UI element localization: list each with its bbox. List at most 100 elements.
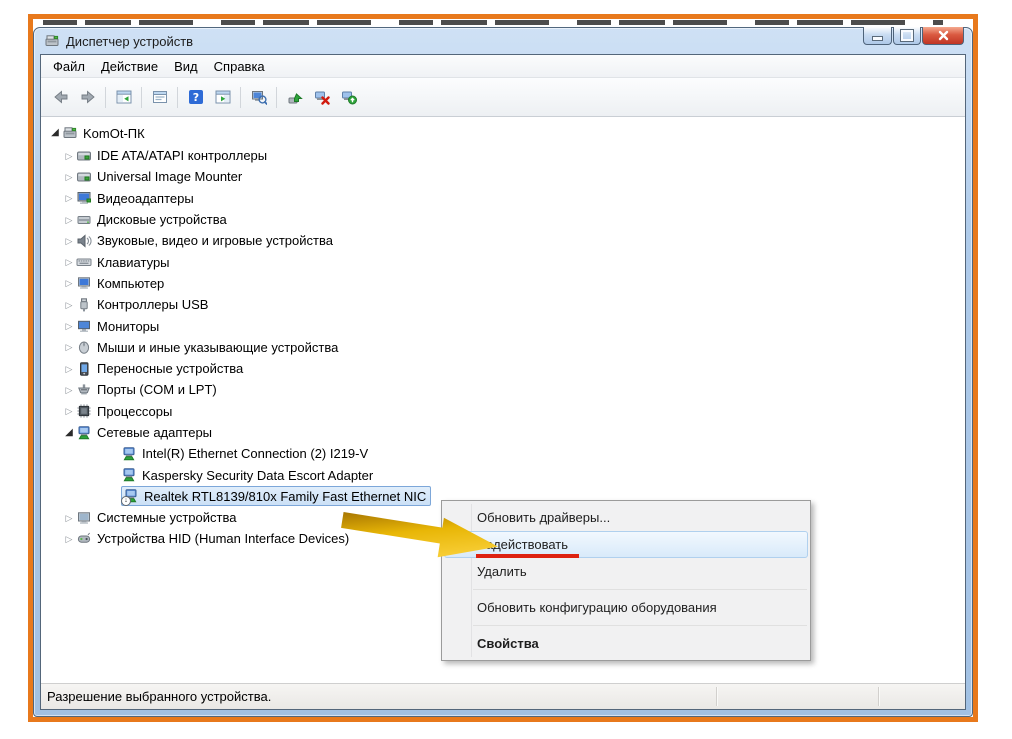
tree-item[interactable]: ◢Сетевые адаптеры [41,422,965,443]
expander-collapsed-icon[interactable]: ▷ [62,149,76,163]
network-adapter-disabled-icon: ↓ [123,488,139,504]
expander-collapsed-icon[interactable]: ▷ [62,255,76,269]
menu-separator [473,589,807,590]
tree-item[interactable]: ▷IDE ATA/ATAPI контроллеры [41,145,965,166]
expander-collapsed-icon[interactable]: ▷ [62,191,76,205]
back-icon [53,89,69,105]
forward-icon [80,89,96,105]
close-button[interactable] [922,27,964,45]
tree-item[interactable]: ▷Процессоры [41,401,965,422]
menubar-item-view[interactable]: Вид [166,57,206,76]
serial-port-icon [76,382,92,398]
toolbar-show-action-pane-button[interactable] [209,84,236,111]
expander-collapsed-icon[interactable]: ▷ [62,234,76,248]
toolbar-enable-device-button[interactable] [335,84,362,111]
toolbar-back-button[interactable] [47,84,74,111]
selected-tree-item[interactable]: ↓ Realtek RTL8139/810x Family Fast Ethern… [121,486,431,506]
menu-item-2[interactable]: Удалить [444,558,808,585]
titlebar[interactable]: Диспетчер устройств [40,28,966,54]
device-manager-icon [44,33,60,49]
portable-device-icon [76,361,92,377]
window-title: Диспетчер устройств [66,34,193,49]
status-text: Разрешение выбранного устройства. [47,689,271,704]
menubar-item-action[interactable]: Действие [93,57,166,76]
status-bar: Разрешение выбранного устройства. [41,683,965,709]
tree-item-label: Системные устройства [97,510,236,525]
ide-controller-icon [76,148,92,164]
mouse-icon [76,339,92,355]
toolbar-separator [276,87,277,108]
tree-item[interactable]: ▷ Переносные устройства [41,358,965,379]
toolbar-properties-button[interactable] [146,84,173,111]
menu-item-1[interactable]: Задействовать [444,531,808,558]
toolbar-uninstall-device-button[interactable] [308,84,335,111]
tree-item-label: Звуковые, видео и игровые устройства [97,233,333,248]
menu-item-0[interactable]: Обновить драйверы... [444,504,808,531]
tree-item[interactable]: ▷ Видеоадаптеры [41,188,965,209]
tree-item[interactable]: ▷Компьютер [41,273,965,294]
monitor-icon [76,318,92,334]
keyboard-icon [76,254,92,270]
usb-controller-icon [76,297,92,313]
tree-item[interactable]: Kaspersky Security Data Escort Adapter [41,464,965,485]
toolbar-forward-button[interactable] [74,84,101,111]
red-underline-annotation [476,554,579,558]
window-controls [863,27,964,45]
menu-separator [473,625,807,626]
menu-bar: ФайлДействиеВидСправка [41,55,965,78]
maximize-button[interactable] [893,27,921,45]
update-driver-software-icon [287,89,303,105]
menu-item-6[interactable]: Свойства [444,630,808,657]
network-adapter-icon [121,446,137,462]
tree-item-label: Переносные устройства [97,361,243,376]
tree-item[interactable]: ▷ Клавиатуры [41,251,965,272]
tree-item-label: Клавиатуры [97,255,170,270]
toolbar-help-button[interactable]: ? [182,84,209,111]
expander-collapsed-icon[interactable]: ▷ [62,404,76,418]
tree-item[interactable]: ▷Дисковые устройства [41,209,965,230]
expander-collapsed-icon[interactable]: ▷ [62,532,76,546]
expander-collapsed-icon[interactable]: ▷ [62,276,76,290]
tree-item-label: Realtek RTL8139/810x Family Fast Etherne… [144,489,426,504]
tree-item[interactable]: ▷Контроллеры USB [41,294,965,315]
tree-item[interactable]: ▷ Мониторы [41,315,965,336]
expander-expanded-icon[interactable]: ◢ [62,426,76,440]
tree-item-label: Видеоадаптеры [97,191,194,206]
uninstall-device-icon [314,89,330,105]
tree-item-label: Мониторы [97,319,159,334]
system-device-icon [76,510,92,526]
enable-device-icon [341,89,357,105]
tree-item[interactable]: ▷Порты (COM и LPT) [41,379,965,400]
expander-collapsed-icon[interactable]: ▷ [62,170,76,184]
expander-collapsed-icon[interactable]: ▷ [62,511,76,525]
expander-collapsed-icon[interactable]: ▷ [62,362,76,376]
expander-collapsed-icon[interactable]: ▷ [62,319,76,333]
menubar-item-file[interactable]: Файл [45,57,93,76]
toolbar-scan-hardware-changes-button[interactable] [245,84,272,111]
expander-expanded-icon[interactable]: ◢ [48,126,62,140]
expander-collapsed-icon[interactable]: ▷ [62,383,76,397]
minimize-icon [872,36,883,41]
sound-device-icon [76,233,92,249]
ide-controller-icon [76,169,92,185]
statusbar-divider [716,687,717,706]
minimize-button[interactable] [863,27,892,45]
tree-item[interactable]: Intel(R) Ethernet Connection (2) I219-V [41,443,965,464]
tree-item[interactable]: ▷ Звуковые, видео и игровые устройства [41,230,965,251]
menu-item-4[interactable]: Обновить конфигурацию оборудования [444,594,808,621]
tree-item[interactable]: ▷Universal Image Mounter [41,166,965,187]
toolbar-separator [240,87,241,108]
menubar-item-help[interactable]: Справка [206,57,273,76]
toolbar-update-driver-software-button[interactable] [281,84,308,111]
expander-collapsed-icon[interactable]: ▷ [62,340,76,354]
show-console-tree-icon [116,89,132,105]
close-icon [938,30,949,41]
maximize-icon [901,30,913,41]
tree-item[interactable]: ◢KomOt-ПК [41,121,965,145]
toolbar-show-console-tree-button[interactable] [110,84,137,111]
expander-collapsed-icon[interactable]: ▷ [62,213,76,227]
tree-item[interactable]: ▷Мыши и иные указывающие устройства [41,337,965,358]
expander-collapsed-icon[interactable]: ▷ [62,298,76,312]
network-adapter-icon [121,467,137,483]
computer-root-icon [62,125,78,141]
